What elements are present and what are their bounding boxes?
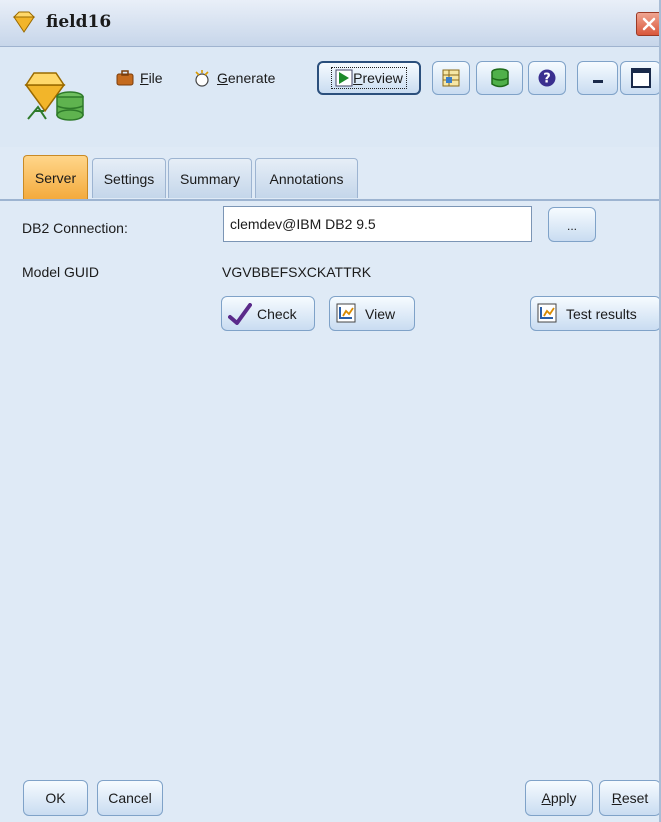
tab-divider [0, 199, 659, 201]
close-button[interactable] [636, 12, 659, 36]
ok-label: OK [45, 790, 66, 806]
tab-server[interactable]: Server [23, 155, 88, 200]
node-diamond-icon [12, 11, 36, 33]
model-nugget-icon [24, 72, 84, 121]
tab-annotations[interactable]: Annotations [255, 158, 358, 198]
generate-label: enerate [227, 70, 276, 86]
help-button[interactable]: ? [528, 61, 566, 95]
view-label: View [365, 305, 396, 322]
database-icon [490, 68, 509, 88]
file-label: ile [148, 70, 163, 86]
apply-mnemonic: A [541, 790, 551, 806]
model-guid-value: VGVBBEFSXCKATTRK [222, 264, 372, 280]
test-results-label: Test results [566, 305, 637, 322]
minimize-icon [592, 80, 603, 83]
add-to-stream-button[interactable] [432, 61, 470, 95]
db2-connection-label: DB2 Connection: [22, 220, 128, 236]
generate-menu[interactable]: Generate [193, 66, 275, 90]
tab-settings[interactable]: Settings [92, 158, 166, 198]
preview-label: review [362, 70, 403, 86]
model-guid-label: Model GUID [22, 264, 100, 280]
apply-button[interactable]: Apply [525, 780, 593, 816]
svg-text:?: ? [543, 72, 551, 87]
close-icon [642, 17, 656, 31]
generate-hand-icon [195, 70, 209, 87]
checkmark-icon [228, 302, 252, 325]
test-results-button[interactable]: Test results [530, 296, 659, 331]
tab-server-label: Server [34, 170, 77, 186]
tab-settings-label: Settings [103, 170, 155, 187]
test-results-icon [537, 303, 557, 322]
db2-connection-field[interactable]: clemdev@IBM DB2 9.5 [223, 206, 532, 242]
tab-summary[interactable]: Summary [168, 158, 252, 198]
briefcase-icon [116, 70, 134, 86]
chart-report-icon [336, 303, 356, 322]
minimize-button[interactable] [577, 61, 618, 95]
window-title: field16 [46, 12, 112, 32]
dialog-window: field16 File Generate Preview ? Server S… [0, 0, 661, 822]
tab-strip: Server Settings Summary Annotations [0, 155, 659, 200]
table-icon [442, 69, 460, 87]
preview-button[interactable]: Preview [317, 61, 421, 95]
tab-annotations-label: Annotations [269, 170, 344, 187]
cancel-label: Cancel [108, 790, 152, 806]
ok-button[interactable]: OK [23, 780, 88, 816]
reset-mnemonic: R [611, 790, 622, 806]
help-icon: ? [538, 69, 556, 87]
maximize-icon [630, 68, 651, 88]
tab-summary-label: Summary [180, 170, 240, 187]
database-button[interactable] [476, 61, 523, 95]
browse-label: ... [566, 219, 577, 233]
maximize-button[interactable] [620, 61, 659, 95]
browse-connection-button[interactable]: ... [548, 207, 596, 242]
node-header: File Generate Preview ? [0, 47, 659, 147]
reset-label: eset [621, 790, 649, 806]
preview-focus: Preview [331, 67, 407, 89]
preview-play-icon [335, 69, 353, 87]
check-button[interactable]: Check [221, 296, 315, 331]
file-mnemonic: F [140, 70, 149, 86]
apply-label: pply [550, 790, 577, 806]
title-bar[interactable]: field16 [0, 0, 659, 47]
view-button[interactable]: View [329, 296, 415, 331]
file-menu[interactable]: File [116, 66, 163, 90]
generate-mnemonic: G [217, 70, 228, 86]
cancel-button[interactable]: Cancel [97, 780, 163, 816]
check-label: Check [257, 305, 297, 322]
reset-button[interactable]: Reset [599, 780, 659, 816]
